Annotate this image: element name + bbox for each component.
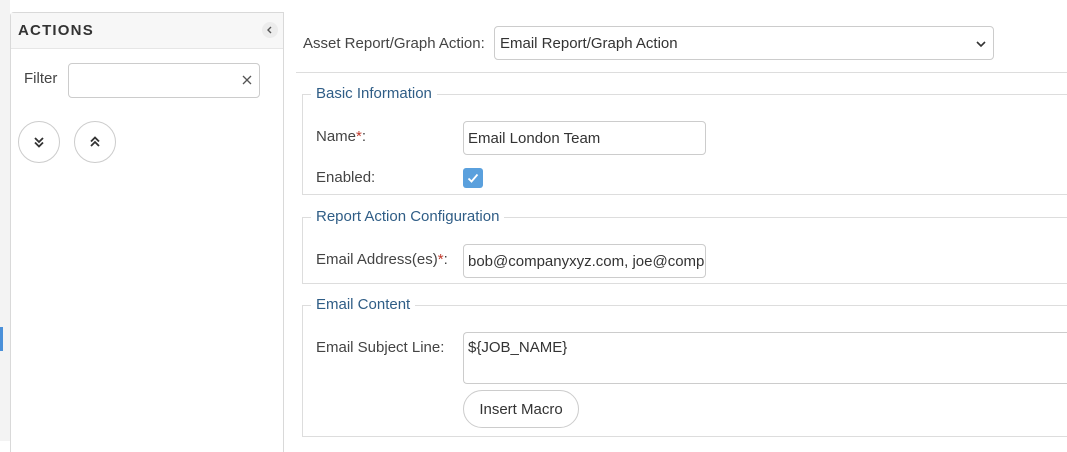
email-addresses-input[interactable]: bob@companyxyz.com, joe@companyxyz.com: [463, 244, 706, 278]
name-input-value: Email London Team: [468, 130, 601, 147]
sidebar-header: ACTIONS: [11, 13, 283, 49]
action-type-value: Email Report/Graph Action: [500, 35, 678, 52]
actions-sidebar: ACTIONS Filter: [10, 12, 284, 452]
report-action-configuration-legend: Report Action Configuration: [316, 208, 500, 225]
enabled-label: Enabled:: [316, 169, 376, 186]
basic-information-section: Basic Information Name*: Email London Te…: [302, 86, 1067, 195]
chevrons-up-icon: [90, 136, 100, 147]
report-action-configuration-section: Report Action Configuration Email Addres…: [302, 209, 1067, 284]
action-type-label: Asset Report/Graph Action:: [303, 35, 485, 52]
chevron-down-icon: [976, 41, 986, 48]
email-content-legend: Email Content: [316, 296, 411, 313]
active-marker: [0, 327, 3, 351]
email-subject-label: Email Subject Line:: [316, 339, 445, 356]
divider: [296, 72, 1067, 73]
filter-label: Filter: [24, 70, 58, 87]
name-label-colon: :: [361, 128, 367, 145]
left-edge-strip: [0, 0, 10, 441]
filter-input[interactable]: [75, 65, 235, 96]
name-label-text: Name: [316, 128, 357, 145]
collapse-all-button[interactable]: [74, 121, 116, 163]
checkmark-icon: [467, 173, 479, 183]
email-content-section: Email Content Email Subject Line: ${JOB_…: [302, 297, 1067, 437]
basic-information-legend: Basic Information: [316, 85, 432, 102]
name-label: Name*:: [316, 128, 366, 145]
action-form: Asset Report/Graph Action: Email Report/…: [296, 0, 1067, 441]
email-addresses-label-colon: :: [443, 251, 448, 268]
sidebar-title: ACTIONS: [18, 22, 94, 39]
insert-macro-button[interactable]: Insert Macro: [463, 390, 579, 428]
chevron-left-icon: [267, 26, 272, 34]
name-input[interactable]: Email London Team: [463, 121, 706, 155]
email-subject-textarea[interactable]: ${JOB_NAME}: [463, 332, 1067, 384]
email-addresses-value: bob@companyxyz.com, joe@companyxyz.com: [468, 253, 706, 270]
expand-all-button[interactable]: [18, 121, 60, 163]
chevrons-down-icon: [34, 137, 44, 148]
clear-filter-icon[interactable]: [241, 74, 253, 86]
enabled-checkbox[interactable]: [463, 168, 483, 188]
filter-field[interactable]: [68, 63, 260, 98]
action-type-select[interactable]: Email Report/Graph Action: [494, 26, 994, 60]
email-subject-value: ${JOB_NAME}: [468, 339, 568, 356]
email-addresses-label: Email Address(es)*:: [316, 251, 448, 268]
email-addresses-label-text: Email Address(es): [316, 251, 438, 268]
collapse-sidebar-button[interactable]: [262, 22, 278, 38]
